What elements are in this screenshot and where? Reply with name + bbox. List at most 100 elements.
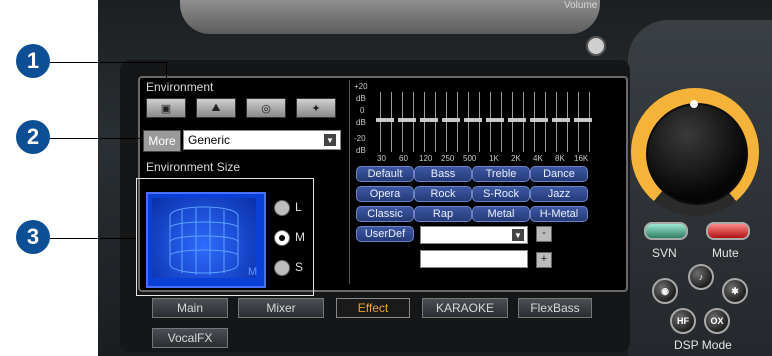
eq-band-label: 120 [419, 154, 433, 163]
more-button[interactable]: More [143, 130, 181, 152]
dsp-mode-label: DSP Mode [674, 338, 732, 352]
eq-preset-classic[interactable]: Classic [356, 206, 414, 222]
eq-slider[interactable] [468, 92, 480, 152]
tab-main[interactable]: Main [152, 298, 228, 318]
eq-slider-thumb[interactable] [574, 118, 592, 122]
callout-leader [34, 62, 166, 63]
svn-button[interactable] [644, 222, 688, 240]
eq-band-label: 16K [574, 154, 589, 163]
top-display [180, 0, 600, 34]
eq-scale-unit: dB [356, 118, 366, 127]
eq-slider-thumb[interactable] [464, 118, 482, 122]
eq-slider-thumb[interactable] [442, 118, 460, 122]
environment-select[interactable]: Generic ▼ [183, 130, 341, 150]
userdef-name-input[interactable] [420, 250, 528, 268]
game-icon: ✱ [731, 285, 739, 296]
eq-slider-thumb[interactable] [508, 118, 526, 122]
eq-scale-top: +20 [354, 82, 368, 91]
callout-1: 1 [16, 44, 50, 78]
environment-preset-button[interactable]: ▣ [146, 98, 186, 118]
eq-slider[interactable] [556, 92, 568, 152]
cave-icon: ◎ [261, 102, 271, 115]
dsp-mode-button[interactable]: ✱ [722, 278, 748, 304]
eq-preset-opera[interactable]: Opera [356, 186, 414, 202]
dsp-ox-button[interactable]: OX [704, 308, 730, 334]
eq-slider-thumb[interactable] [486, 118, 504, 122]
mute-button[interactable] [706, 222, 750, 240]
mountain-icon: ⛰ [211, 101, 221, 114]
eq-slider[interactable] [380, 92, 392, 152]
eq-preset-default[interactable]: Default [356, 166, 414, 182]
hall-icon: ✦ [311, 102, 321, 115]
callout-leader [34, 138, 142, 139]
callout-3-highlight [136, 178, 314, 296]
eq-preset-jazz[interactable]: Jazz [530, 186, 588, 202]
eq-scale-unit: dB [356, 146, 366, 155]
eq-slider[interactable] [512, 92, 524, 152]
callout-3: 3 [16, 220, 50, 254]
music-note-icon: ♪ [698, 272, 704, 282]
eq-slider-thumb[interactable] [420, 118, 438, 122]
eq-band-label: 1K [489, 154, 499, 163]
tab-vocalfx[interactable]: VocalFX [152, 328, 228, 348]
eq-slider-thumb[interactable] [376, 118, 394, 122]
eq-preset-treble[interactable]: Treble [472, 166, 530, 182]
environment-preset-button[interactable]: ✦ [296, 98, 336, 118]
knob-indicator-dot [690, 100, 698, 108]
eq-band-label: 500 [463, 154, 477, 163]
eq-band-label: 250 [441, 154, 455, 163]
eq-band-label: 60 [399, 154, 408, 163]
eq-preset-s-rock[interactable]: S-Rock [472, 186, 530, 202]
eq-band-label: 4K [533, 154, 543, 163]
eq-slider-thumb[interactable] [530, 118, 548, 122]
add-preset-button[interactable]: + [536, 252, 552, 268]
svn-label: SVN [652, 246, 677, 260]
eq-preset-metal[interactable]: Metal [472, 206, 530, 222]
eq-slider[interactable] [578, 92, 590, 152]
chevron-down-icon[interactable]: ▼ [512, 229, 524, 241]
remove-preset-button[interactable]: - [536, 226, 552, 242]
eq-preset-h-metal[interactable]: H-Metal [530, 206, 588, 222]
eq-preset-dance[interactable]: Dance [530, 166, 588, 182]
callout-2: 2 [16, 120, 50, 154]
dsp-mode-button[interactable]: ◉ [652, 278, 678, 304]
environment-title: Environment [146, 80, 214, 94]
eq-band-label: 30 [377, 154, 386, 163]
eq-preset-rap[interactable]: Rap [414, 206, 472, 222]
eq-scale-unit: dB [356, 94, 366, 103]
tab-effect[interactable]: Effect [336, 298, 410, 318]
eq-band-label: 2K [511, 154, 521, 163]
callout-leader [166, 62, 167, 98]
userdef-select[interactable]: ▼ [420, 226, 528, 244]
eq-slider[interactable] [490, 92, 502, 152]
mute-label: Mute [712, 246, 739, 260]
eq-scale-mid: 0 [360, 106, 365, 115]
dsp-mode-button[interactable]: ♪ [688, 264, 714, 290]
tab-flexbass[interactable]: FlexBass [518, 298, 592, 318]
volume-button[interactable] [586, 36, 606, 56]
environment-select-value: Generic [188, 133, 231, 147]
dsp-hf-button[interactable]: HF [670, 308, 696, 334]
eq-slider[interactable] [424, 92, 436, 152]
eq-slider[interactable] [402, 92, 414, 152]
eq-scale-bottom: -20 [354, 134, 366, 143]
volume-knob[interactable] [646, 103, 748, 205]
environment-preset-button[interactable]: ⛰ [196, 98, 236, 118]
eq-band-label: 8K [555, 154, 565, 163]
environment-preset-button[interactable]: ◎ [246, 98, 286, 118]
tab-karaoke[interactable]: KARAOKE [422, 298, 508, 318]
volume-label: Volume [564, 0, 598, 11]
eq-slider[interactable] [446, 92, 458, 152]
eq-preset-rock[interactable]: Rock [414, 186, 472, 202]
eq-slider-thumb[interactable] [552, 118, 570, 122]
eq-slider-thumb[interactable] [398, 118, 416, 122]
eq-preset-userdef[interactable]: UserDef [356, 226, 414, 242]
chevron-down-icon[interactable]: ▼ [324, 134, 336, 146]
tab-mixer[interactable]: Mixer [238, 298, 324, 318]
speaker-icon: ◉ [661, 285, 669, 296]
stage-icon: ▣ [160, 102, 172, 115]
environment-size-title: Environment Size [146, 160, 241, 174]
panel-divider [349, 80, 350, 284]
eq-slider[interactable] [534, 92, 546, 152]
eq-preset-bass[interactable]: Bass [414, 166, 472, 182]
